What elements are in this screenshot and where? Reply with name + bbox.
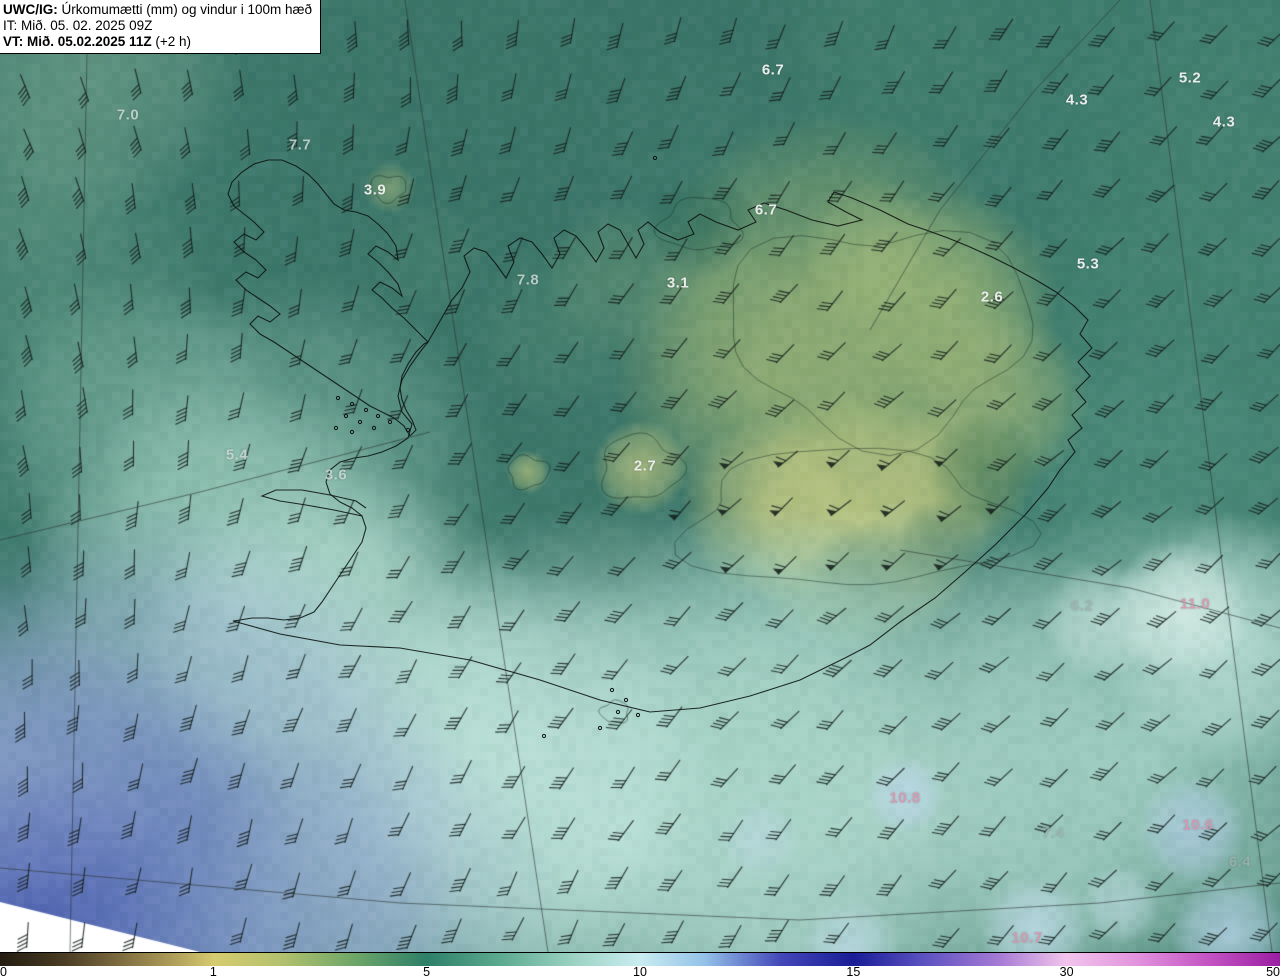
colorbar-tick: 50 — [1266, 965, 1280, 978]
title-box: UWC/IG: Úrkomumætti (mm) og vindur i 100… — [0, 0, 322, 54]
model-title: UWC/IG: Úrkomumætti (mm) og vindur i 100… — [3, 2, 313, 17]
precip-colorbar: 0 1 5 10 15 30 50 — [0, 952, 1280, 978]
colorbar-tick: 1 — [209, 965, 217, 978]
colorbar-tick: 10 — [633, 965, 647, 978]
colorbar-tick: 15 — [846, 965, 861, 978]
init-time: IT: Mið. 05. 02. 2025 09Z — [3, 18, 153, 33]
colorbar-tick-row: 0 1 5 10 15 30 50 — [0, 965, 1280, 978]
weather-map-root: 7.0 7.7 6.7 4.3 5.2 4.3 3.9 6.7 7.8 3.1 5.3 2.6 5.4 3… — [0, 0, 1280, 978]
precip-wind-field-canvas — [0, 0, 1280, 952]
colorbar-tick: 0 — [0, 965, 7, 978]
colorbar-tick: 5 — [423, 965, 431, 978]
valid-time: VT: Mið. 05.02.2025 11Z (+2 h) — [3, 34, 191, 49]
colorbar-tick: 30 — [1059, 965, 1074, 978]
